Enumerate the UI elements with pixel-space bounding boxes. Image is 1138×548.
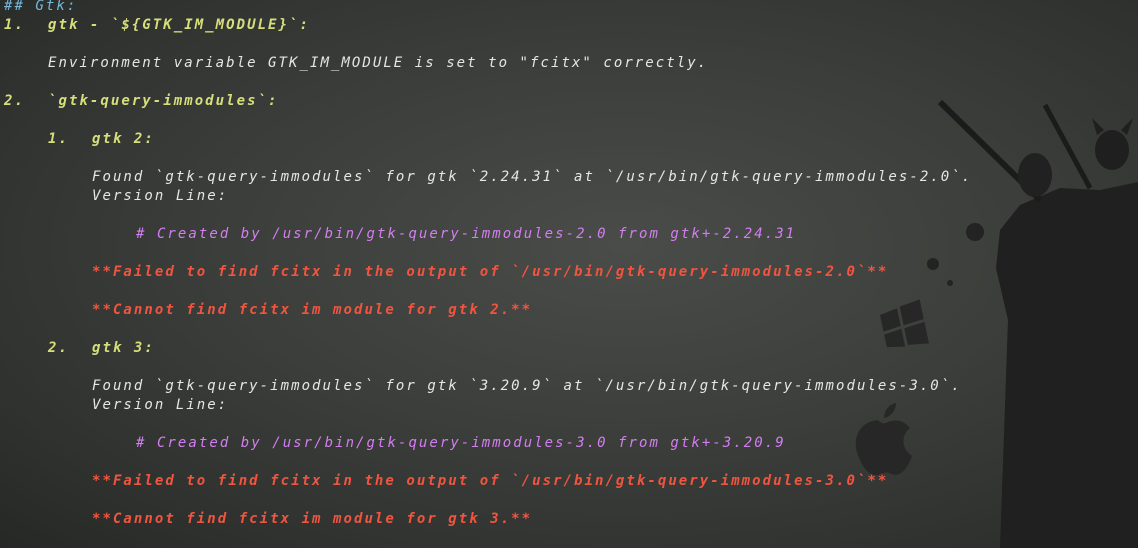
subitem-2-version-line: Version Line:: [92, 397, 229, 413]
subitem-2-title: gtk 3:: [92, 340, 155, 356]
subitem-2-created-comment: # Created by /usr/bin/gtk-query-immodule…: [136, 435, 786, 451]
terminal-output: ## Gtk: 1. gtk - `${GTK_IM_MODULE}`: Env…: [0, 0, 1138, 548]
subitem-1-created-comment: # Created by /usr/bin/gtk-query-immodule…: [136, 226, 797, 242]
item-1-title: gtk - `${GTK_IM_MODULE}`:: [48, 17, 310, 33]
section-heading: ## Gtk:: [4, 0, 78, 14]
item-1-number: 1.: [4, 17, 25, 33]
subitem-2-failed-error: **Failed to find fcitx in the output of …: [92, 473, 889, 489]
subitem-1-number: 1.: [48, 131, 69, 147]
subitem-2-cannot-error: **Cannot find fcitx im module for gtk 3.…: [92, 511, 533, 527]
subitem-2-found: Found `gtk-query-immodules` for gtk `3.2…: [92, 378, 962, 394]
subitem-1-title: gtk 2:: [92, 131, 155, 147]
subitem-1-cannot-error: **Cannot find fcitx im module for gtk 2.…: [92, 302, 533, 318]
subitem-1-failed-error: **Failed to find fcitx in the output of …: [92, 264, 889, 280]
item-2-title: `gtk-query-immodules`:: [48, 93, 279, 109]
subitem-1-found: Found `gtk-query-immodules` for gtk `2.2…: [92, 169, 973, 185]
subitem-2-number: 2.: [48, 340, 69, 356]
subitem-1-version-line: Version Line:: [92, 188, 229, 204]
item-2-number: 2.: [4, 93, 25, 109]
item-1-env-message: Environment variable GTK_IM_MODULE is se…: [48, 55, 709, 71]
